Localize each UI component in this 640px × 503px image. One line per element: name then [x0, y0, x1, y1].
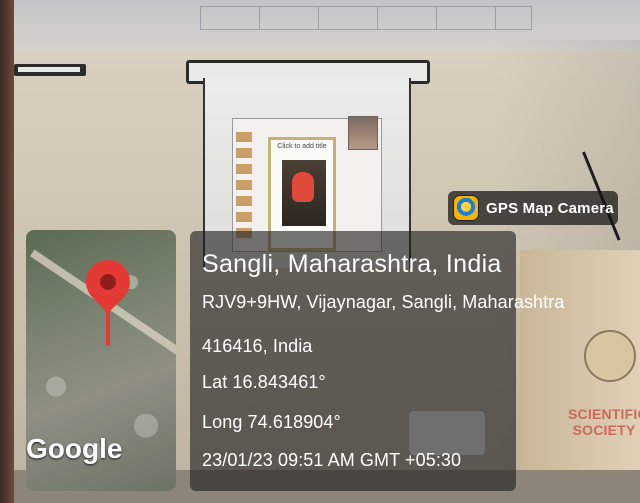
podium-emblem — [584, 330, 636, 382]
wall-mounted-bar — [14, 64, 86, 76]
webcam-thumbnail — [348, 116, 378, 150]
timestamp: 23/01/23 09:51 AM GMT +05:30 — [202, 450, 462, 470]
gps-map-camera-icon — [454, 196, 478, 220]
address-line-1: RJV9+9HW, Vijaynagar, Sangli, Maharashtr… — [202, 292, 565, 312]
app-brand-badge: GPS Map Camera — [448, 191, 618, 225]
ceiling-grid — [200, 6, 532, 30]
place-title: Sangli, Maharashtra, India — [202, 250, 502, 278]
address-line-2: 416416, India — [202, 336, 313, 356]
slide-thumbnails — [236, 132, 252, 242]
map-pin-tail — [106, 302, 110, 346]
podium-text: SCIENTIFIC SOCIETY — [568, 406, 640, 438]
app-name: GPS Map Camera — [486, 199, 614, 217]
google-watermark: Google — [26, 433, 123, 464]
slide-title: Click to add title — [277, 143, 327, 150]
left-door-frame — [0, 0, 14, 503]
tooth-illustration — [292, 172, 314, 202]
latitude: Lat 16.843461° — [202, 372, 326, 392]
longitude: Long 74.618904° — [202, 412, 341, 432]
